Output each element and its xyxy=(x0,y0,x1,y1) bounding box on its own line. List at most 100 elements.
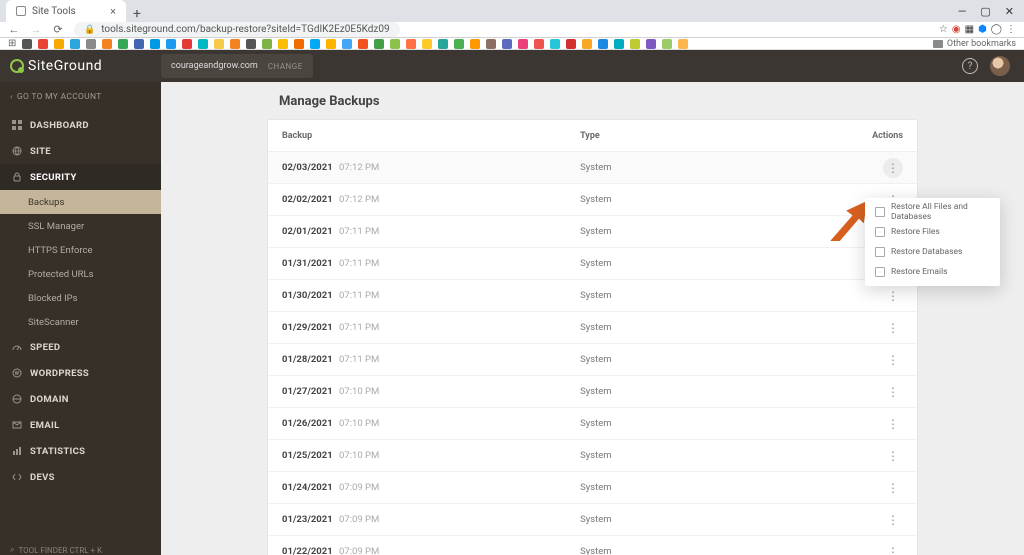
sidebar-item-wordpress[interactable]: WWORDPRESS xyxy=(0,360,161,386)
bookmark-icon[interactable] xyxy=(22,39,32,49)
bookmark-icon[interactable] xyxy=(326,39,336,49)
col-header-type: Type xyxy=(580,131,841,141)
row-actions-button[interactable]: ⋮ xyxy=(883,446,903,466)
menu-item-restore-all-files-and-databases[interactable]: Restore All Files and Databases xyxy=(865,202,1000,222)
bookmark-icon[interactable] xyxy=(502,39,512,49)
sidebar-subitem-protected-urls[interactable]: Protected URLs xyxy=(0,262,161,286)
row-actions-button[interactable]: ⋮ xyxy=(883,318,903,338)
minimize-icon[interactable]: — xyxy=(958,5,967,18)
bookmark-icon[interactable] xyxy=(86,39,96,49)
logo[interactable]: SiteGround xyxy=(0,58,161,74)
menu-item-restore-databases[interactable]: Restore Databases xyxy=(865,242,1000,262)
bookmark-icon[interactable] xyxy=(422,39,432,49)
bookmark-icon[interactable] xyxy=(486,39,496,49)
row-actions-button[interactable]: ⋮ xyxy=(883,542,903,555)
bookmark-icon[interactable] xyxy=(566,39,576,49)
bookmark-icon[interactable] xyxy=(150,39,160,49)
sidebar-item-site[interactable]: SITE xyxy=(0,138,161,164)
back-icon[interactable]: ← xyxy=(8,23,20,36)
sidebar-item-label: SITE xyxy=(30,146,51,157)
bookmark-icon[interactable] xyxy=(118,39,128,49)
bookmark-icon[interactable] xyxy=(246,39,256,49)
bookmark-icon[interactable] xyxy=(470,39,480,49)
row-actions-button[interactable]: ⋮ xyxy=(883,382,903,402)
go-to-account-link[interactable]: ‹ GO TO MY ACCOUNT xyxy=(0,82,161,112)
bookmark-icon[interactable] xyxy=(310,39,320,49)
bookmark-icon[interactable] xyxy=(646,39,656,49)
change-site-link[interactable]: CHANGE xyxy=(268,62,303,71)
menu-icon[interactable]: ⋮ xyxy=(1006,24,1016,35)
bookmark-icon[interactable] xyxy=(278,39,288,49)
bookmark-icon[interactable] xyxy=(358,39,368,49)
bookmark-icon[interactable] xyxy=(230,39,240,49)
avatar[interactable] xyxy=(990,56,1010,76)
sidebar-subitem-https-enforce[interactable]: HTTPS Enforce xyxy=(0,238,161,262)
sidebar-subitem-sitescanner[interactable]: SiteScanner xyxy=(0,310,161,334)
site-selector[interactable]: courageandgrow.com CHANGE xyxy=(161,54,313,78)
bookmark-icon[interactable] xyxy=(582,39,592,49)
bookmark-icon[interactable] xyxy=(198,39,208,49)
sidebar-subitem-backups[interactable]: Backups xyxy=(0,190,161,214)
row-actions-button[interactable]: ⋮ xyxy=(883,350,903,370)
bookmark-icon[interactable] xyxy=(630,39,640,49)
sidebar-item-devs[interactable]: DEVS xyxy=(0,464,161,490)
table-row: 01/25/2021 07:10 PMSystem⋮ xyxy=(268,440,917,472)
bookmark-icon[interactable] xyxy=(438,39,448,49)
sidebar-item-domain[interactable]: DOMAIN xyxy=(0,386,161,412)
bookmark-icon[interactable] xyxy=(54,39,64,49)
browser-tab-active[interactable]: Site Tools × xyxy=(6,0,126,22)
row-actions-button[interactable]: ⋮ xyxy=(883,478,903,498)
help-icon[interactable]: ? xyxy=(962,58,978,74)
tool-finder[interactable]: ⌕ TOOL FINDER CTRL + K xyxy=(0,531,161,555)
menu-item-restore-files[interactable]: Restore Files xyxy=(865,222,1000,242)
bookmark-icon[interactable] xyxy=(134,39,144,49)
sidebar-item-email[interactable]: EMAIL xyxy=(0,412,161,438)
apps-icon[interactable]: ⊞ xyxy=(8,38,16,49)
bookmark-icon[interactable] xyxy=(262,39,272,49)
bookmark-icon[interactable] xyxy=(102,39,112,49)
bookmark-icon[interactable] xyxy=(70,39,80,49)
bookmark-icon[interactable] xyxy=(214,39,224,49)
row-actions-button[interactable]: ⋮ xyxy=(883,286,903,306)
sidebar-item-security[interactable]: SECURITY xyxy=(0,164,161,190)
bookmark-icon[interactable] xyxy=(678,39,688,49)
sidebar-subitem-ssl-manager[interactable]: SSL Manager xyxy=(0,214,161,238)
window-close-icon[interactable]: ✕ xyxy=(1005,5,1014,18)
bookmark-icon[interactable] xyxy=(166,39,176,49)
close-icon[interactable]: × xyxy=(110,5,116,18)
sidebar-item-statistics[interactable]: STATISTICS xyxy=(0,438,161,464)
maximize-icon[interactable]: ▢ xyxy=(980,5,990,18)
profile-icon[interactable]: ◯ xyxy=(991,24,1002,35)
bookmark-icon[interactable] xyxy=(390,39,400,49)
bookmark-icon[interactable] xyxy=(598,39,608,49)
row-actions-button[interactable]: ⋮ xyxy=(883,158,903,178)
bookmark-icon[interactable] xyxy=(662,39,672,49)
bookmark-icon[interactable] xyxy=(454,39,464,49)
bookmark-icon[interactable] xyxy=(182,39,192,49)
extension-icon[interactable]: ◉ xyxy=(952,24,961,35)
bookmark-icon[interactable] xyxy=(342,39,352,49)
bookmark-icon[interactable] xyxy=(518,39,528,49)
extension-icon[interactable]: ▦ xyxy=(965,24,974,35)
menu-item-restore-emails[interactable]: Restore Emails xyxy=(865,262,1000,282)
row-actions-button[interactable]: ⋮ xyxy=(883,414,903,434)
sidebar-subitem-blocked-ips[interactable]: Blocked IPs xyxy=(0,286,161,310)
bookmark-icon[interactable] xyxy=(406,39,416,49)
bookmark-icon[interactable] xyxy=(294,39,304,49)
bookmark-icon[interactable] xyxy=(550,39,560,49)
new-tab-button[interactable]: + xyxy=(126,6,148,22)
cell-backup: 01/30/2021 07:11 PM xyxy=(282,290,580,301)
bookmark-icon[interactable] xyxy=(534,39,544,49)
extension-icon[interactable]: ⬢ xyxy=(978,24,987,35)
other-bookmarks-button[interactable]: Other bookmarks xyxy=(933,39,1016,49)
bookmark-icon[interactable] xyxy=(38,39,48,49)
sidebar-item-dashboard[interactable]: DASHBOARD xyxy=(0,112,161,138)
bookmark-icon[interactable] xyxy=(614,39,624,49)
row-actions-button[interactable]: ⋮ xyxy=(883,510,903,530)
star-icon[interactable]: ☆ xyxy=(939,24,948,35)
bookmark-icon[interactable] xyxy=(374,39,384,49)
sidebar-item-speed[interactable]: SPEED xyxy=(0,334,161,360)
reload-icon[interactable]: ⟳ xyxy=(52,23,64,36)
forward-icon[interactable]: → xyxy=(30,23,42,36)
address-field[interactable]: 🔒 tools.siteground.com/backup-restore?si… xyxy=(74,22,400,37)
